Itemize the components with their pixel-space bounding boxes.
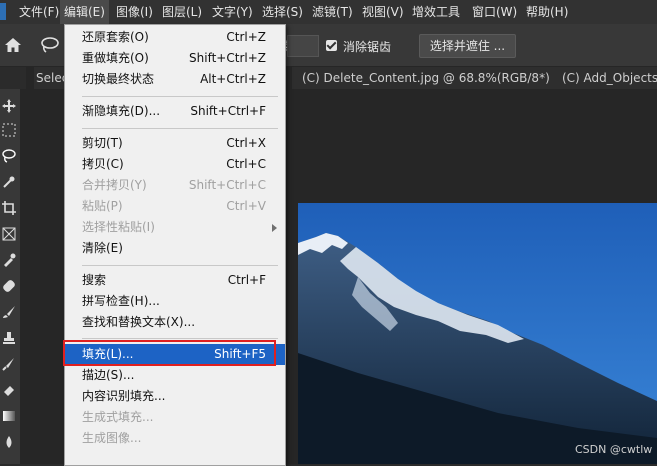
menu-item-copy[interactable]: 拷贝(C) Ctrl+C (65, 154, 285, 175)
feather-input[interactable] (287, 35, 319, 57)
menu-item-search[interactable]: 搜索 Ctrl+F (65, 270, 285, 291)
menu-filter[interactable]: 滤镜(T) (312, 0, 353, 24)
menu-item-stroke[interactable]: 描边(S)... (65, 365, 285, 386)
history-brush-icon[interactable] (2, 357, 16, 371)
clone-stamp-icon[interactable] (2, 331, 16, 345)
menu-file[interactable]: 文件(F) (19, 0, 59, 24)
tab-label: (C) Add_Objects.jpg (562, 71, 657, 85)
eyedropper-icon[interactable] (2, 253, 16, 267)
menu-item-generative-fill[interactable]: 生成式填充... (65, 407, 285, 428)
menu-item-paste[interactable]: 粘贴(P) Ctrl+V (65, 196, 285, 217)
tool-panel (0, 89, 20, 464)
document-image[interactable] (298, 203, 657, 464)
menu-item-redo-fill[interactable]: 重做填充(O) Shift+Ctrl+Z (65, 48, 285, 69)
menu-item-generate-image[interactable]: 生成图像... (65, 428, 285, 449)
menu-item-find-replace-text[interactable]: 查找和替换文本(X)... (65, 312, 285, 333)
menu-image[interactable]: 图像(I) (116, 0, 153, 24)
frame-tool-icon[interactable] (2, 227, 16, 241)
menu-item-undo-lasso[interactable]: 还原套索(O) Ctrl+Z (65, 27, 285, 48)
menu-item-fade-fill[interactable]: 渐隐填充(D)... Shift+Ctrl+F (65, 101, 285, 122)
menu-bar: 文件(F) 编辑(E) 图像(I) 图层(L) 文字(Y) 选择(S) 滤镜(T… (0, 0, 657, 24)
menu-item-spell-check[interactable]: 拼写检查(H)... (65, 291, 285, 312)
menu-item-content-aware-fill[interactable]: 内容识别填充... (65, 386, 285, 407)
antialias-label: 消除锯齿 (343, 40, 392, 54)
submenu-arrow-icon (272, 224, 277, 232)
menu-help[interactable]: 帮助(H) (526, 0, 568, 24)
menu-layer[interactable]: 图层(L) (162, 0, 202, 24)
blur-tool-icon[interactable] (2, 435, 16, 449)
app-logo-icon (0, 3, 6, 20)
menu-item-clear[interactable]: 清除(E) (65, 238, 285, 259)
move-tool-icon[interactable] (2, 99, 16, 113)
brush-tool-icon[interactable] (2, 305, 16, 319)
lasso-tool-icon[interactable] (2, 149, 16, 163)
healing-brush-icon[interactable] (2, 279, 16, 293)
crop-tool-icon[interactable] (2, 201, 16, 215)
tab-label: Selec (36, 71, 66, 85)
menu-type[interactable]: 文字(Y) (212, 0, 253, 24)
tab-add-objects[interactable]: (C) Add_Objects.jpg× (552, 67, 657, 89)
home-icon[interactable] (4, 37, 22, 53)
annotation-highlight-box (63, 340, 276, 366)
menu-plugins[interactable]: 增效工具 (412, 0, 460, 24)
menu-separator (82, 265, 278, 266)
menu-separator (82, 96, 278, 97)
gradient-tool-icon[interactable] (2, 409, 16, 423)
lasso-tool-icon[interactable] (40, 36, 60, 54)
menu-item-cut[interactable]: 剪切(T) Ctrl+X (65, 133, 285, 154)
menu-separator (82, 338, 278, 339)
menu-select[interactable]: 选择(S) (262, 0, 303, 24)
menu-item-paste-special[interactable]: 选择性粘贴(I) (65, 217, 285, 238)
marquee-tool-icon[interactable] (2, 123, 16, 137)
watermark-text: CSDN @cwtlw (575, 443, 653, 456)
tab-label: (C) Delete_Content.jpg @ 68.8%(RGB/8*) * (302, 71, 560, 85)
menu-separator (82, 128, 278, 129)
eraser-tool-icon[interactable] (2, 383, 16, 397)
edit-menu-dropdown: 还原套索(O) Ctrl+Z 重做填充(O) Shift+Ctrl+Z 切换最终状态… (64, 24, 286, 466)
tab-selec[interactable]: Selec (34, 67, 66, 89)
tab-delete-content[interactable]: (C) Delete_Content.jpg @ 68.8%(RGB/8*) *… (292, 67, 575, 89)
menu-item-toggle-last-state[interactable]: 切换最终状态 Alt+Ctrl+Z (65, 69, 285, 90)
menu-view[interactable]: 视图(V) (362, 0, 404, 24)
mountain-photo (298, 203, 657, 464)
quick-select-icon[interactable] (2, 175, 16, 189)
menu-window[interactable]: 窗口(W) (472, 0, 517, 24)
select-and-mask-button[interactable]: 选择并遮住 ... (419, 34, 516, 58)
menu-item-copy-merged[interactable]: 合并拷贝(Y) Shift+Ctrl+C (65, 175, 285, 196)
menu-edit[interactable]: 编辑(E) (60, 0, 109, 24)
antialias-checkbox[interactable] (326, 40, 337, 51)
